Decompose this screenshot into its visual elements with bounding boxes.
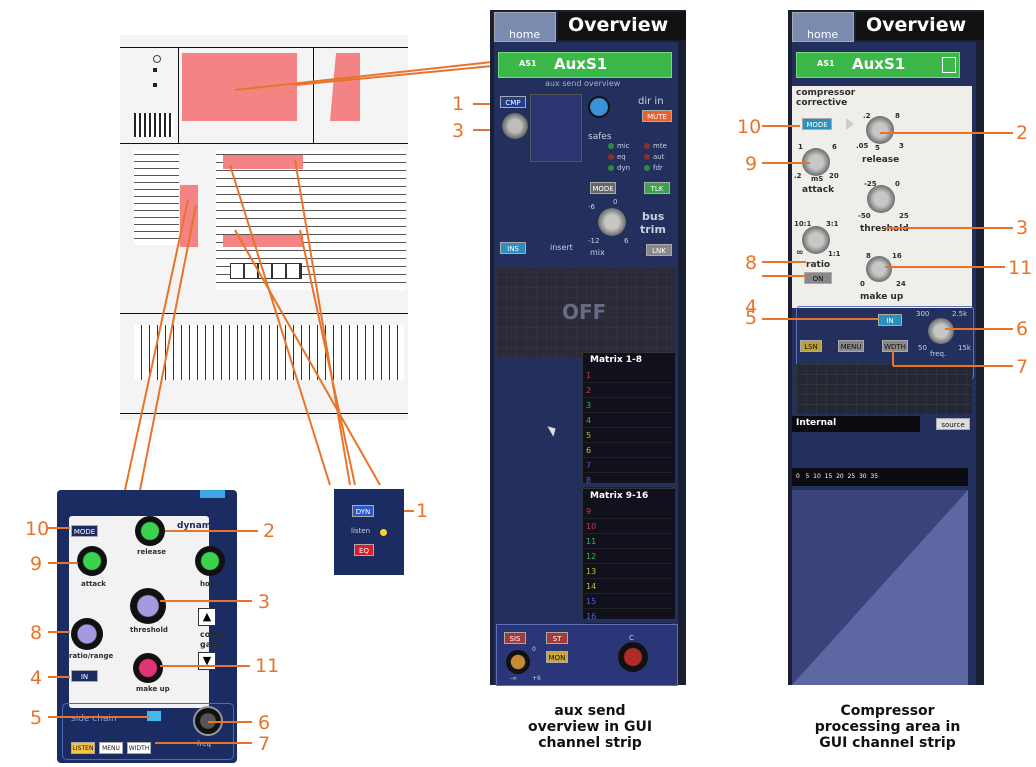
right-caption: Compressor processing area in GUI channe… — [795, 703, 980, 751]
right-leader-lines — [762, 125, 1013, 367]
right-caption-line1: Compressor — [840, 703, 935, 719]
right-caption-line3: GUI channel strip — [819, 735, 956, 751]
right-caption-line2: processing area in — [814, 719, 961, 735]
